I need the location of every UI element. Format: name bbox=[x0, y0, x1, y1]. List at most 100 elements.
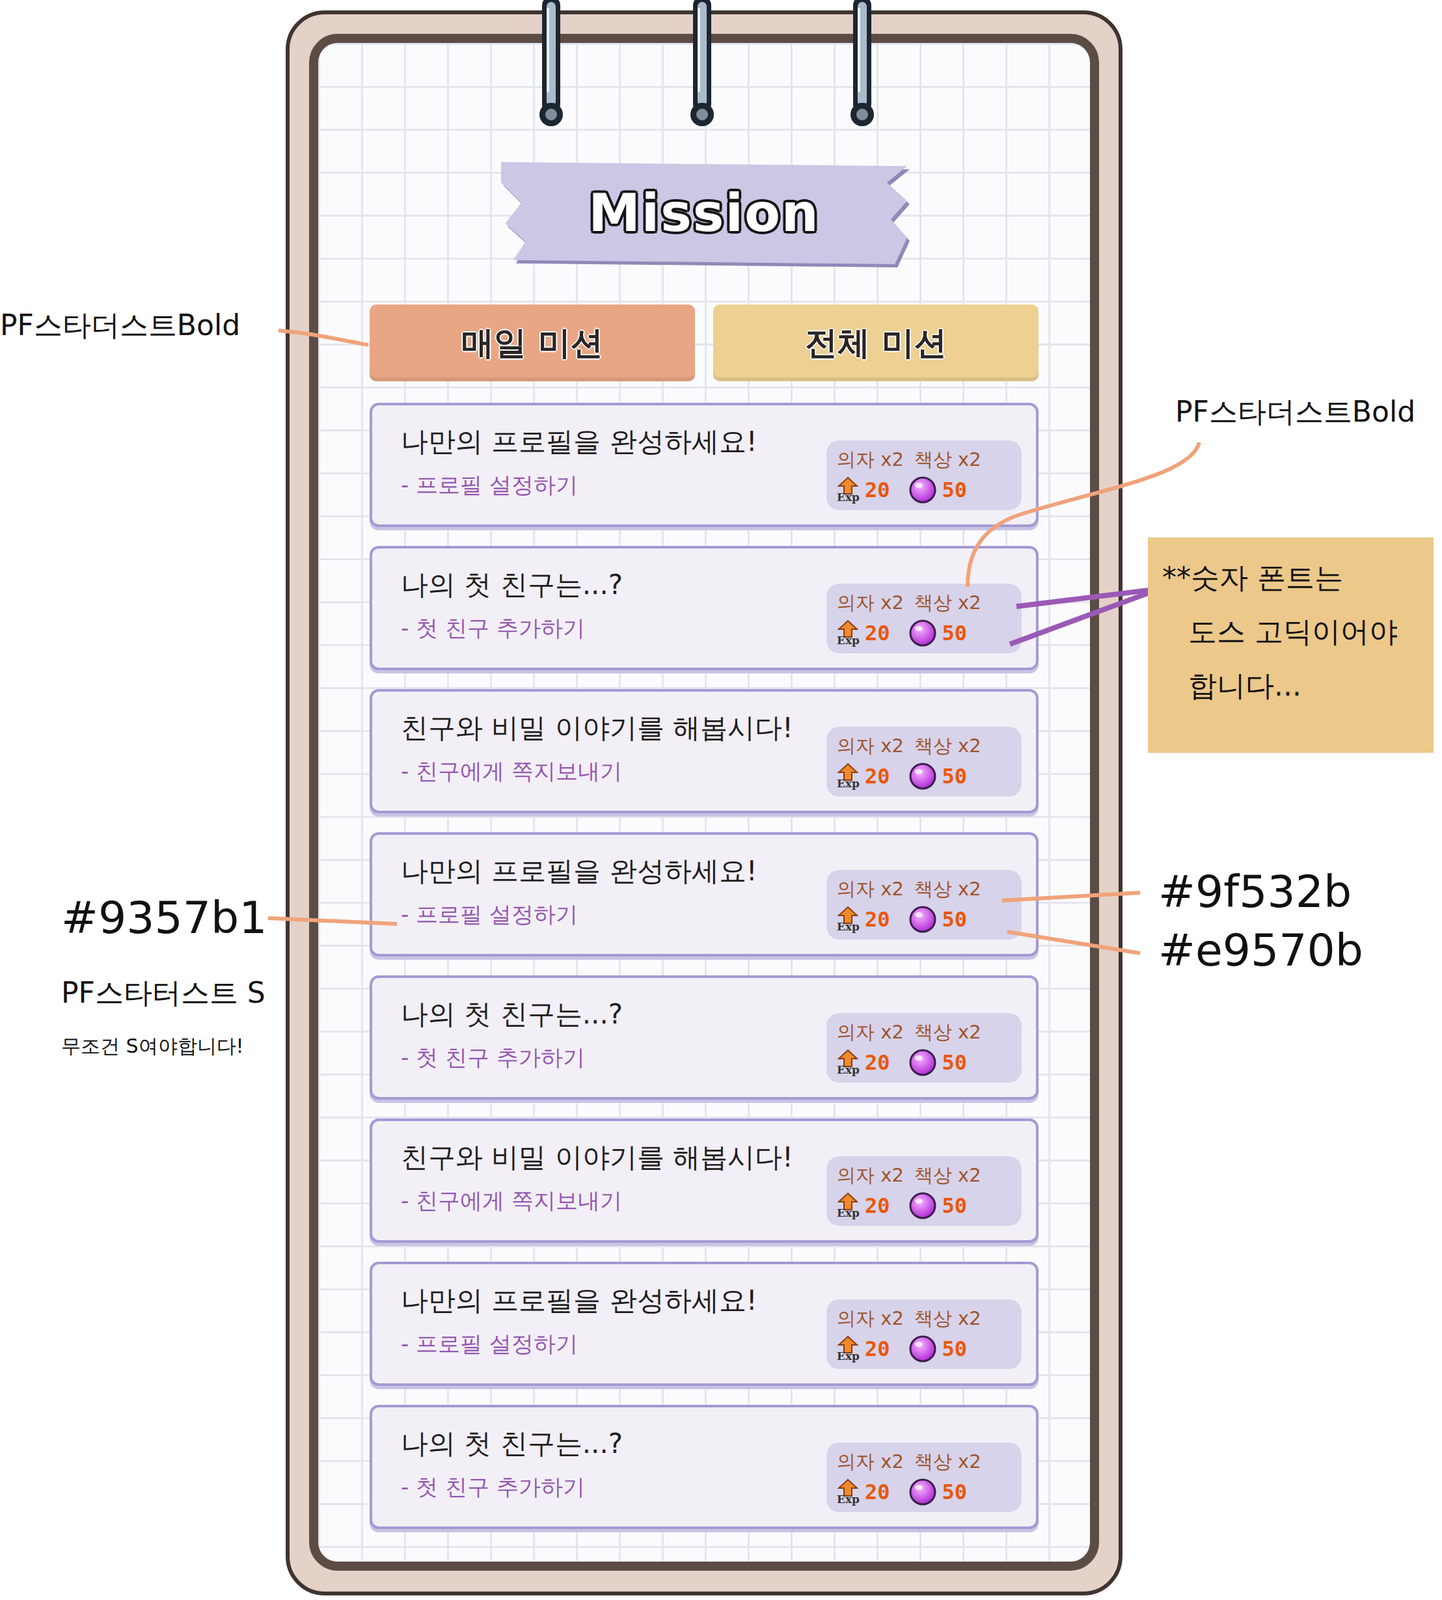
gem-reward: 50 bbox=[908, 475, 968, 505]
mission-task: - 프로필 설정하기 bbox=[400, 1330, 817, 1359]
reward-item: 의자 x2 bbox=[836, 876, 904, 903]
binder-ring-icon bbox=[681, 0, 723, 137]
reward-stats: Exp 20 50 bbox=[836, 618, 1012, 648]
exp-value: 20 bbox=[864, 477, 891, 503]
mission-text: 나의 첫 친구는...? - 첫 친구 추가하기 bbox=[400, 997, 817, 1072]
mission-text: 친구와 비밀 이야기를 해봅시다! - 친구에게 쪽지보내기 bbox=[400, 1140, 817, 1215]
mission-title: 친구와 비밀 이야기를 해봅시다! bbox=[400, 1140, 817, 1176]
exp-reward: Exp20 bbox=[836, 1478, 891, 1506]
exp-badge: Exp bbox=[836, 905, 860, 933]
note-line: 합니다... bbox=[1162, 668, 1424, 704]
number-color-note: #e9570b bbox=[1158, 924, 1364, 978]
mission-list: 나만의 프로필을 완성하세요!- 프로필 설정하기의자 x2책상 x2Exp20… bbox=[369, 402, 1039, 1530]
reward-items: 의자 x2 책상 x2 bbox=[836, 590, 1012, 617]
mission-card[interactable]: 나의 첫 친구는...? - 첫 친구 추가하기 의자 x2 책상 x2 Exp20 50 bbox=[369, 975, 1039, 1100]
reward-item: 책상 x2 bbox=[914, 1019, 982, 1046]
mission-card[interactable]: 친구와 비밀 이야기를 해봅시다!- 친구에게 쪽지보내기의자 x2책상 x2E… bbox=[369, 689, 1039, 814]
exp-badge: Exp bbox=[836, 1048, 860, 1076]
exp-label: Exp bbox=[836, 778, 860, 790]
exp-label: Exp bbox=[836, 1350, 860, 1362]
mission-task: - 프로필 설정하기 bbox=[400, 471, 817, 500]
mission-card[interactable]: 나만의 프로필을 완성하세요!- 프로필 설정하기의자 x2책상 x2Exp20… bbox=[369, 832, 1039, 957]
exp-value: 20 bbox=[864, 763, 891, 789]
gem-icon bbox=[908, 761, 938, 791]
mission-notebook: Mission매일 미션전체 미션나만의 프로필을 완성하세요!- 프로필 설정… bbox=[285, 10, 1123, 1596]
mission-text: 친구와 비밀 이야기를 해봅시다! - 친구에게 쪽지보내기 bbox=[400, 711, 817, 785]
reward-item: 의자 x2 bbox=[836, 1019, 904, 1046]
gem-value: 50 bbox=[942, 620, 968, 646]
mission-card[interactable]: 나만의 프로필을 완성하세요! - 프로필 설정하기 의자 x2책상 x2Exp20… bbox=[369, 402, 1039, 528]
leader-line bbox=[1007, 931, 1141, 954]
reward-stats: Exp20 50 bbox=[836, 1048, 1012, 1077]
reward-item: 책상 x2 bbox=[914, 590, 982, 617]
mission-title: 나만의 프로필을 완성하세요! bbox=[400, 854, 817, 889]
reward-items: 의자 x2 책상 x2 bbox=[836, 876, 1012, 903]
reward-stats: Exp2050 bbox=[836, 1191, 1012, 1221]
reward-stats: Exp20 50 bbox=[836, 475, 1012, 505]
gem-icon bbox=[908, 1191, 938, 1221]
exp-reward: Exp 20 bbox=[836, 762, 891, 790]
page: Mission매일 미션전체 미션나만의 프로필을 완성하세요!- 프로필 설정… bbox=[0, 0, 1442, 1600]
reward-item: 의자 x2 bbox=[836, 1162, 904, 1189]
mission-title: 나의 첫 친구는...? bbox=[400, 568, 817, 603]
mission-title: 나의 첫 친구는...? bbox=[400, 997, 817, 1033]
exp-label: Exp bbox=[836, 921, 860, 933]
reward-box: 의자 x2 책상 x2 Exp20 50 bbox=[826, 1013, 1022, 1083]
mission-task: - 첫 친구 추가하기 bbox=[400, 614, 817, 643]
title-banner: Mission bbox=[501, 162, 908, 265]
leader-line bbox=[268, 918, 397, 925]
mission-task: - 친구에게 쪽지보내기 bbox=[400, 1186, 817, 1215]
reward-item: 책상 x2 bbox=[914, 733, 982, 760]
reward-box: 의자 x2 책상 x2Exp2050 bbox=[826, 1156, 1022, 1226]
mission-tab[interactable]: 매일 미션 bbox=[369, 304, 695, 382]
reward-item: 책상 x2 bbox=[914, 447, 982, 474]
mission-task: - 친구에게 쪽지보내기 bbox=[400, 757, 817, 786]
reward-stats: Exp20 50 bbox=[836, 1477, 1012, 1507]
gem-value: 50 bbox=[942, 763, 968, 789]
exp-reward: Exp20 bbox=[836, 476, 891, 504]
reward-item: 의자 x2 bbox=[836, 1449, 904, 1476]
reward-item: 책상 x2 bbox=[914, 876, 982, 903]
exp-label: Exp bbox=[836, 635, 860, 647]
mission-text: 나만의 프로필을 완성하세요!- 프로필 설정하기 bbox=[400, 1283, 817, 1358]
mission-card[interactable]: 나의 첫 친구는...?- 첫 친구 추가하기의자 x2책상 x2Exp2050 bbox=[369, 1404, 1039, 1530]
reward-items: 의자 x2책상 x2 bbox=[836, 447, 1012, 474]
reward-item: 책상 x2 bbox=[914, 1449, 982, 1476]
notebook-paper: Mission매일 미션전체 미션나만의 프로필을 완성하세요!- 프로필 설정… bbox=[309, 33, 1100, 1571]
leader-line bbox=[1009, 588, 1160, 645]
note-line: **숫자 폰트는 bbox=[1162, 560, 1424, 596]
exp-value: 20 bbox=[864, 907, 891, 932]
gem-reward: 50 bbox=[908, 1334, 968, 1364]
reward-stats: Exp 20 50 bbox=[836, 1334, 1012, 1364]
reward-items: 의자 x2 책상 x2 bbox=[836, 1162, 1012, 1189]
gem-reward: 50 bbox=[908, 618, 968, 648]
reward-items: 의자 x2 책상 x2 bbox=[836, 1019, 1012, 1046]
gem-reward: 50 bbox=[908, 1477, 968, 1507]
mission-tab[interactable]: 전체 미션 bbox=[713, 304, 1039, 382]
exp-label: Exp bbox=[836, 1494, 860, 1506]
reward-box: 의자 x2책상 x2Exp2050 bbox=[826, 870, 1022, 940]
mission-card[interactable]: 친구와 비밀 이야기를 해봅시다!- 친구에게 쪽지보내기의자 x2책상 x2E… bbox=[369, 1118, 1039, 1243]
reward-item: 책상 x2 bbox=[914, 1162, 982, 1189]
exp-value: 20 bbox=[864, 1336, 891, 1362]
tab-font-note: PF스타더스트Bold bbox=[0, 308, 241, 343]
gem-value: 50 bbox=[942, 1050, 968, 1075]
exp-label: Exp bbox=[836, 1207, 860, 1219]
exp-badge: Exp bbox=[836, 1192, 860, 1219]
exp-reward: Exp 20 bbox=[836, 1335, 891, 1362]
exp-value: 20 bbox=[864, 620, 891, 646]
mission-title: 나만의 프로필을 완성하세요! bbox=[400, 424, 817, 460]
exp-value: 20 bbox=[864, 1050, 891, 1075]
mission-task: - 첫 친구 추가하기 bbox=[400, 1043, 817, 1072]
mission-card[interactable]: 나의 첫 친구는...? - 첫 친구 추가하기 의자 x2 책상 x2 Exp 20 50 bbox=[369, 545, 1039, 671]
reward-item: 의자 x2 bbox=[836, 590, 904, 617]
annotation-lines bbox=[0, 0, 1442, 1600]
reward-box: 의자 x2 책상 x2 Exp20 50 bbox=[826, 1442, 1022, 1513]
gem-reward: 50 bbox=[908, 761, 968, 791]
note-line: 도스 고딕이어야 bbox=[1162, 614, 1424, 650]
title: Mission bbox=[588, 182, 820, 244]
mission-card[interactable]: 나만의 프로필을 완성하세요!- 프로필 설정하기의자 x2책상 x2Exp20… bbox=[369, 1261, 1039, 1387]
mission-title: 친구와 비밀 이야기를 해봅시다! bbox=[400, 711, 817, 746]
gem-value: 50 bbox=[942, 1193, 968, 1219]
reward-box: 의자 x2책상 x2Exp2050 bbox=[826, 1299, 1022, 1370]
